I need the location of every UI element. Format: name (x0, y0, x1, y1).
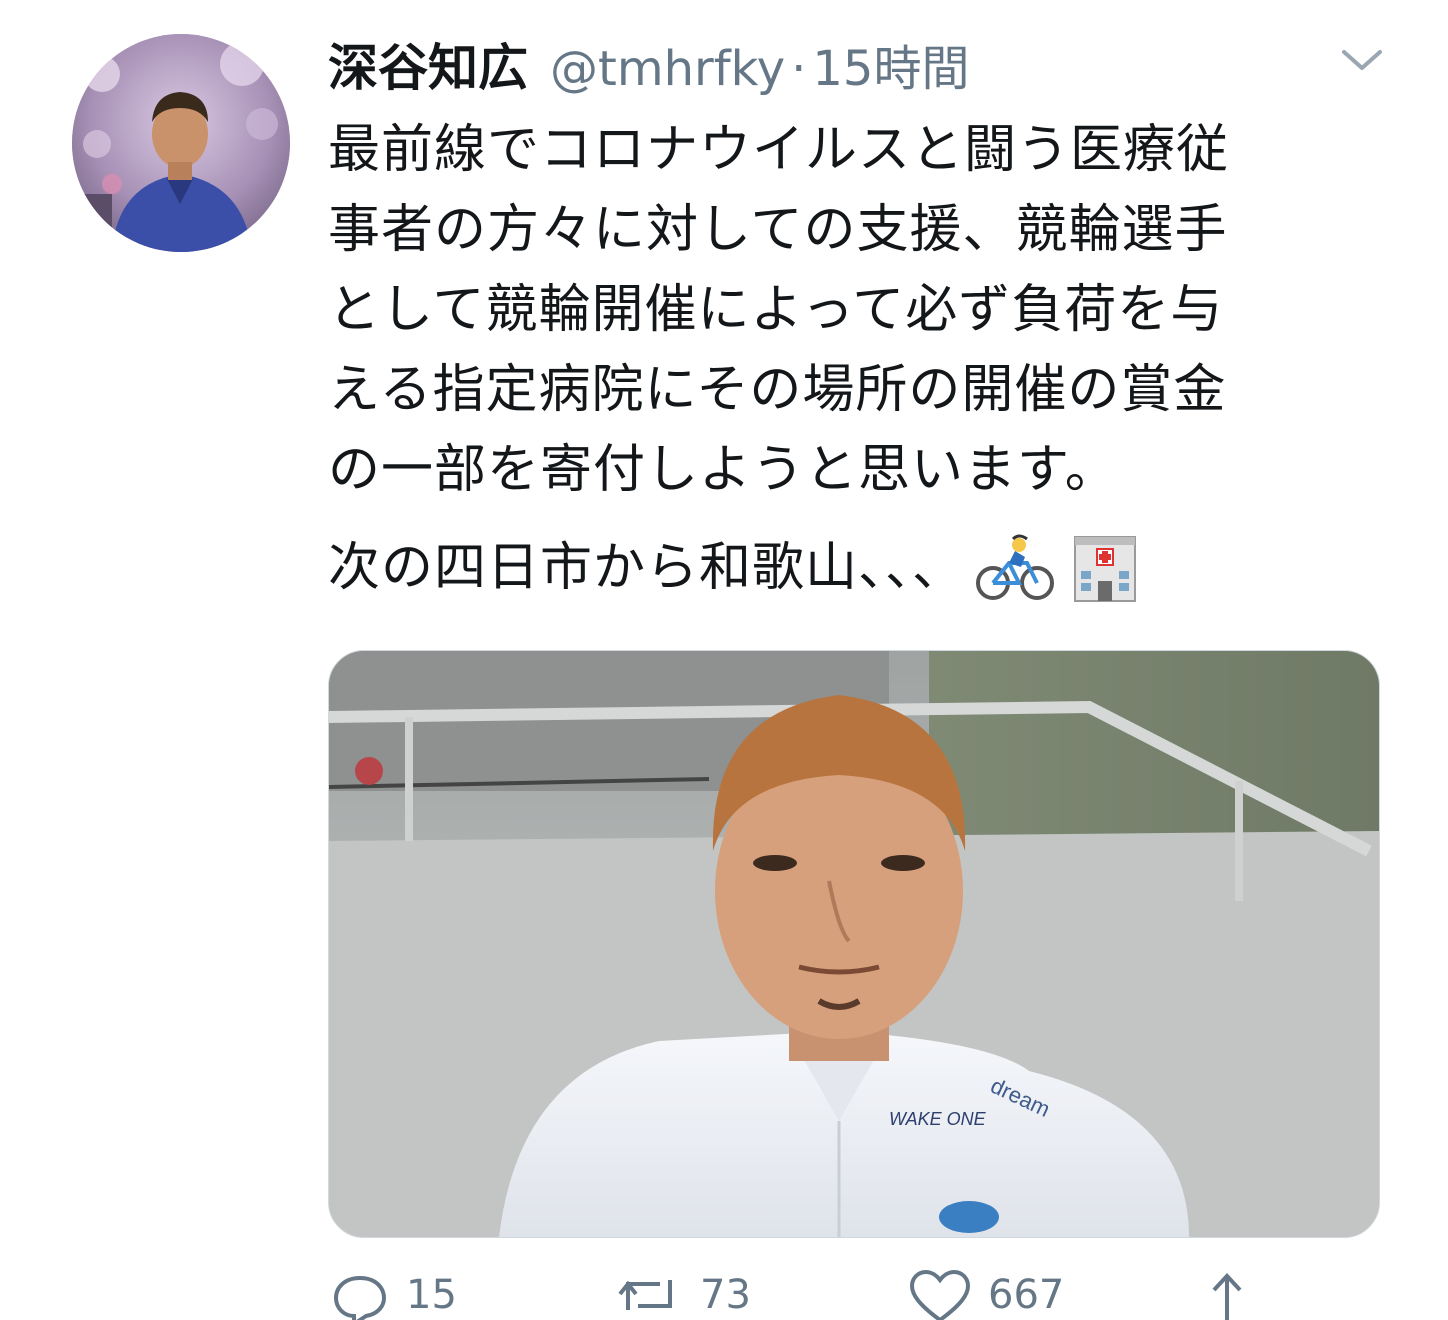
svg-text:WAKE ONE: WAKE ONE (889, 1109, 987, 1129)
more-options-chevron-down-icon[interactable] (1336, 42, 1388, 78)
author-handle[interactable]: @tmhrfky (550, 41, 785, 97)
tweet-text-line: の一部を寄付しようと思います。 (328, 440, 1118, 500)
hospital-icon (1065, 533, 1145, 603)
reply-count: 15 (406, 1272, 457, 1318)
bicyclist-icon (975, 533, 1055, 603)
tweet-text: 最前線でコロナウイルスと闘う医療従 事者の方々に対しての支援、競輪選手 として競… (328, 110, 1368, 510)
tweet-header: 深谷知広 @tmhrfky · 15時間 (328, 28, 969, 98)
tweet-photo[interactable]: WAKE ONE dream (328, 650, 1380, 1238)
avatar[interactable] (72, 34, 290, 252)
like-count: 667 (988, 1272, 1065, 1318)
tweet-text-line: として競輪開催によって必ず負荷を与 (328, 280, 1224, 340)
tweet-text-line: 事者の方々に対しての支援、競輪選手 (328, 200, 1228, 260)
separator-dot: · (791, 41, 807, 97)
tweet-text-line: 最前線でコロナウイルスと闘う医療従 (328, 120, 1230, 180)
retweet-count: 73 (700, 1272, 751, 1318)
tweet-text-line: える指定病院にその場所の開催の賞金 (328, 360, 1227, 420)
tweet-second-paragraph-text: 次の四日市から和歌山、、、 (328, 538, 966, 598)
tweet-second-paragraph: 次の四日市から和歌山、、、 (328, 528, 1145, 608)
tweet-timestamp[interactable]: 15時間 (812, 29, 969, 99)
author-name[interactable]: 深谷知広 (328, 28, 528, 100)
